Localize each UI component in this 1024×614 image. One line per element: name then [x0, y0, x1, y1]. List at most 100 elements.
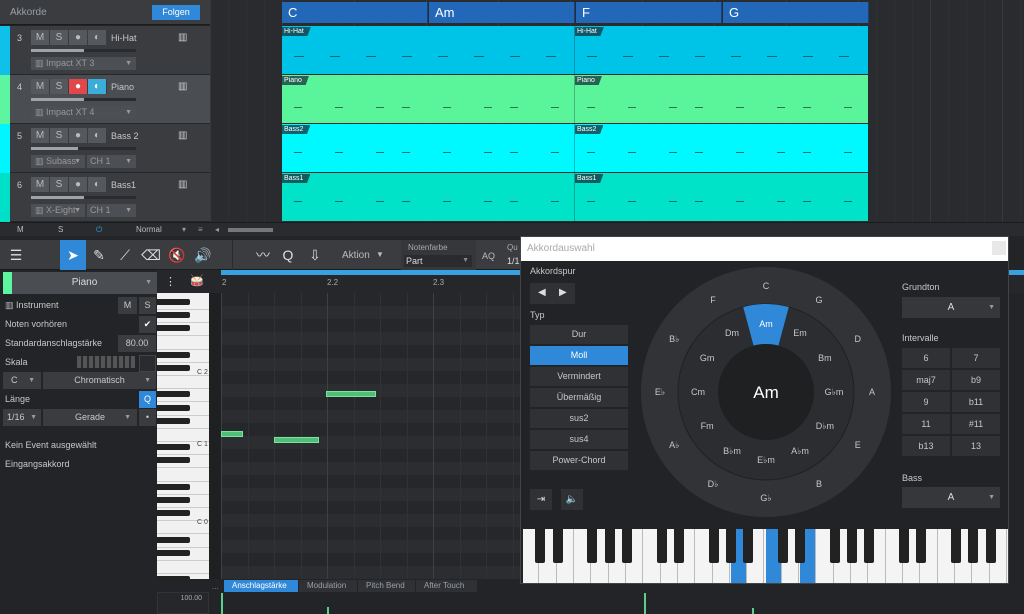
minor-chord-label[interactable]: G♭m	[825, 387, 844, 397]
solo-button[interactable]: S	[50, 128, 69, 143]
track-name[interactable]: Bass1	[111, 180, 136, 190]
note-color-select[interactable]: Part ▼	[404, 255, 472, 267]
horizontal-scrollbar[interactable]	[228, 228, 273, 232]
chord-event[interactable]: Am	[429, 2, 575, 23]
black-key[interactable]	[157, 351, 190, 358]
previous-chord-button[interactable]: ◀	[538, 287, 546, 298]
mute-tool-icon[interactable]: 🔇	[164, 240, 190, 270]
listen-tool-icon[interactable]: 🔊	[190, 240, 216, 270]
volume-slider[interactable]	[31, 147, 136, 150]
volume-slider[interactable]	[31, 98, 136, 101]
black-key[interactable]	[673, 529, 684, 563]
interval-button[interactable]: #11	[952, 414, 1000, 434]
record-arm-button[interactable]: ●	[69, 79, 88, 94]
paint-tool-icon[interactable]: ⟋	[112, 240, 138, 270]
close-button[interactable]	[992, 241, 1006, 255]
solo-button[interactable]: S	[50, 177, 69, 192]
mute-button[interactable]: M	[31, 128, 50, 143]
keyboard-icon[interactable]: ▥	[178, 179, 187, 190]
black-key[interactable]	[899, 529, 910, 563]
global-mute-button[interactable]: M	[17, 225, 24, 234]
volume-slider[interactable]	[31, 49, 136, 52]
preview-checkbox[interactable]: ✔	[139, 316, 156, 333]
circle-of-fifths[interactable]: C G D A E B G♭ D♭ A♭ E♭ B♭ F Am Em Bm G♭m D♭m A♭m E♭m B♭m Fm…	[639, 265, 893, 519]
black-key[interactable]	[951, 529, 962, 563]
track-name-select[interactable]: Piano ▼	[12, 272, 157, 294]
chord-type-option[interactable]: sus2	[530, 409, 628, 428]
black-key[interactable]	[864, 529, 875, 563]
major-chord-label[interactable]: D	[855, 334, 862, 344]
minor-chord-label[interactable]: A♭m	[791, 446, 809, 456]
chord-type-option[interactable]: Vermindert	[530, 367, 628, 386]
black-key[interactable]	[157, 417, 190, 424]
minor-chord-label[interactable]: Gm	[700, 353, 715, 363]
solo-button[interactable]: S	[50, 30, 69, 45]
black-key[interactable]	[621, 529, 632, 563]
record-arm-button[interactable]: ●	[69, 128, 88, 143]
velocity-bar[interactable]	[644, 593, 646, 614]
minor-chord-label[interactable]: Cm	[691, 387, 705, 397]
mute-button[interactable]: M	[31, 30, 50, 45]
velocity-bar[interactable]	[221, 593, 223, 614]
interval-button[interactable]: maj7	[902, 370, 950, 390]
tab-modulation[interactable]: Modulation	[299, 580, 357, 592]
keyboard-icon[interactable]: ▥	[178, 130, 187, 141]
power-icon[interactable]: ⏻	[96, 225, 102, 235]
track-header[interactable]: 5 M S ● ◐ Bass 2 ▥ ▥ Subass ▼ CH 1 ▼	[0, 124, 210, 173]
minor-chord-label[interactable]: Dm	[725, 328, 739, 338]
black-key[interactable]	[708, 529, 719, 563]
velocity-bar[interactable]	[327, 607, 329, 614]
track-header[interactable]: 6 M S ● ◐ Bass1 ▥ ▥ X-Eight ▼ CH 1 ▼	[0, 173, 210, 222]
black-key[interactable]	[157, 312, 190, 319]
minor-chord-label[interactable]: B♭m	[723, 446, 741, 456]
track-header[interactable]: 3 M S ● ◐ Hi-Hat ▥ ▥ Impact XT 3 ▼	[0, 26, 210, 75]
eraser-tool-icon[interactable]: ⌫	[138, 240, 164, 270]
major-chord-label[interactable]: A♭	[669, 440, 679, 450]
black-key[interactable]	[157, 536, 190, 543]
transform-icon[interactable]: 〰	[250, 240, 276, 270]
black-key[interactable]	[535, 529, 546, 563]
black-key[interactable]	[157, 391, 190, 398]
next-chord-button[interactable]: ▶	[559, 287, 567, 298]
major-chord-label[interactable]: E	[855, 440, 861, 450]
inspector-solo-button[interactable]: S	[139, 297, 156, 314]
menu-icon[interactable]: ≡	[198, 225, 203, 234]
black-key[interactable]	[552, 529, 563, 563]
scale-root-select[interactable]: C ▼	[3, 372, 41, 389]
note-grid[interactable]	[221, 293, 520, 579]
black-key[interactable]	[157, 299, 190, 305]
length-mode-select[interactable]: Gerade ▼	[43, 409, 137, 426]
bass-select[interactable]: A ▼	[902, 487, 1000, 508]
black-key[interactable]	[157, 510, 190, 517]
black-key[interactable]	[725, 529, 736, 563]
inspector-mute-button[interactable]: M	[118, 297, 137, 314]
lane-3[interactable]: Bass1 Bass1	[282, 173, 868, 221]
interval-button[interactable]: 7	[952, 348, 1000, 368]
interval-button[interactable]: b9	[952, 370, 1000, 390]
channel-select[interactable]: CH 1 ▼	[87, 204, 136, 217]
chord-event[interactable]: F	[576, 2, 722, 23]
minor-chord-label[interactable]: E♭m	[757, 455, 775, 465]
instrument-select[interactable]: ▥ Impact XT 3 ▼	[31, 57, 136, 70]
chord-type-option[interactable]: Power-Chord	[530, 451, 628, 470]
major-chord-label[interactable]: G	[815, 295, 822, 305]
minor-chord-label[interactable]: Am	[759, 319, 773, 329]
solo-button[interactable]: S	[50, 79, 69, 94]
chord-keyboard[interactable]	[523, 529, 1008, 583]
chord-type-option[interactable]: Übermäßig	[530, 388, 628, 407]
black-key[interactable]	[157, 404, 190, 411]
interval-button[interactable]: 11	[902, 414, 950, 434]
minor-chord-label[interactable]: Em	[793, 328, 807, 338]
interval-button[interactable]: 6	[902, 348, 950, 368]
record-arm-button[interactable]: ●	[69, 30, 88, 45]
black-key[interactable]	[604, 529, 615, 563]
chord-event[interactable]: G	[723, 2, 869, 23]
speaker-icon[interactable]: 🔈	[561, 489, 583, 510]
black-key[interactable]	[157, 483, 190, 490]
dot-button[interactable]: •	[139, 409, 156, 426]
track-name[interactable]: Piano	[111, 82, 134, 92]
black-key[interactable]	[795, 529, 806, 563]
black-key[interactable]	[587, 529, 598, 563]
piano-keyboard[interactable]: C 2 C 1 C 0	[157, 293, 209, 588]
midi-note[interactable]	[221, 431, 243, 437]
